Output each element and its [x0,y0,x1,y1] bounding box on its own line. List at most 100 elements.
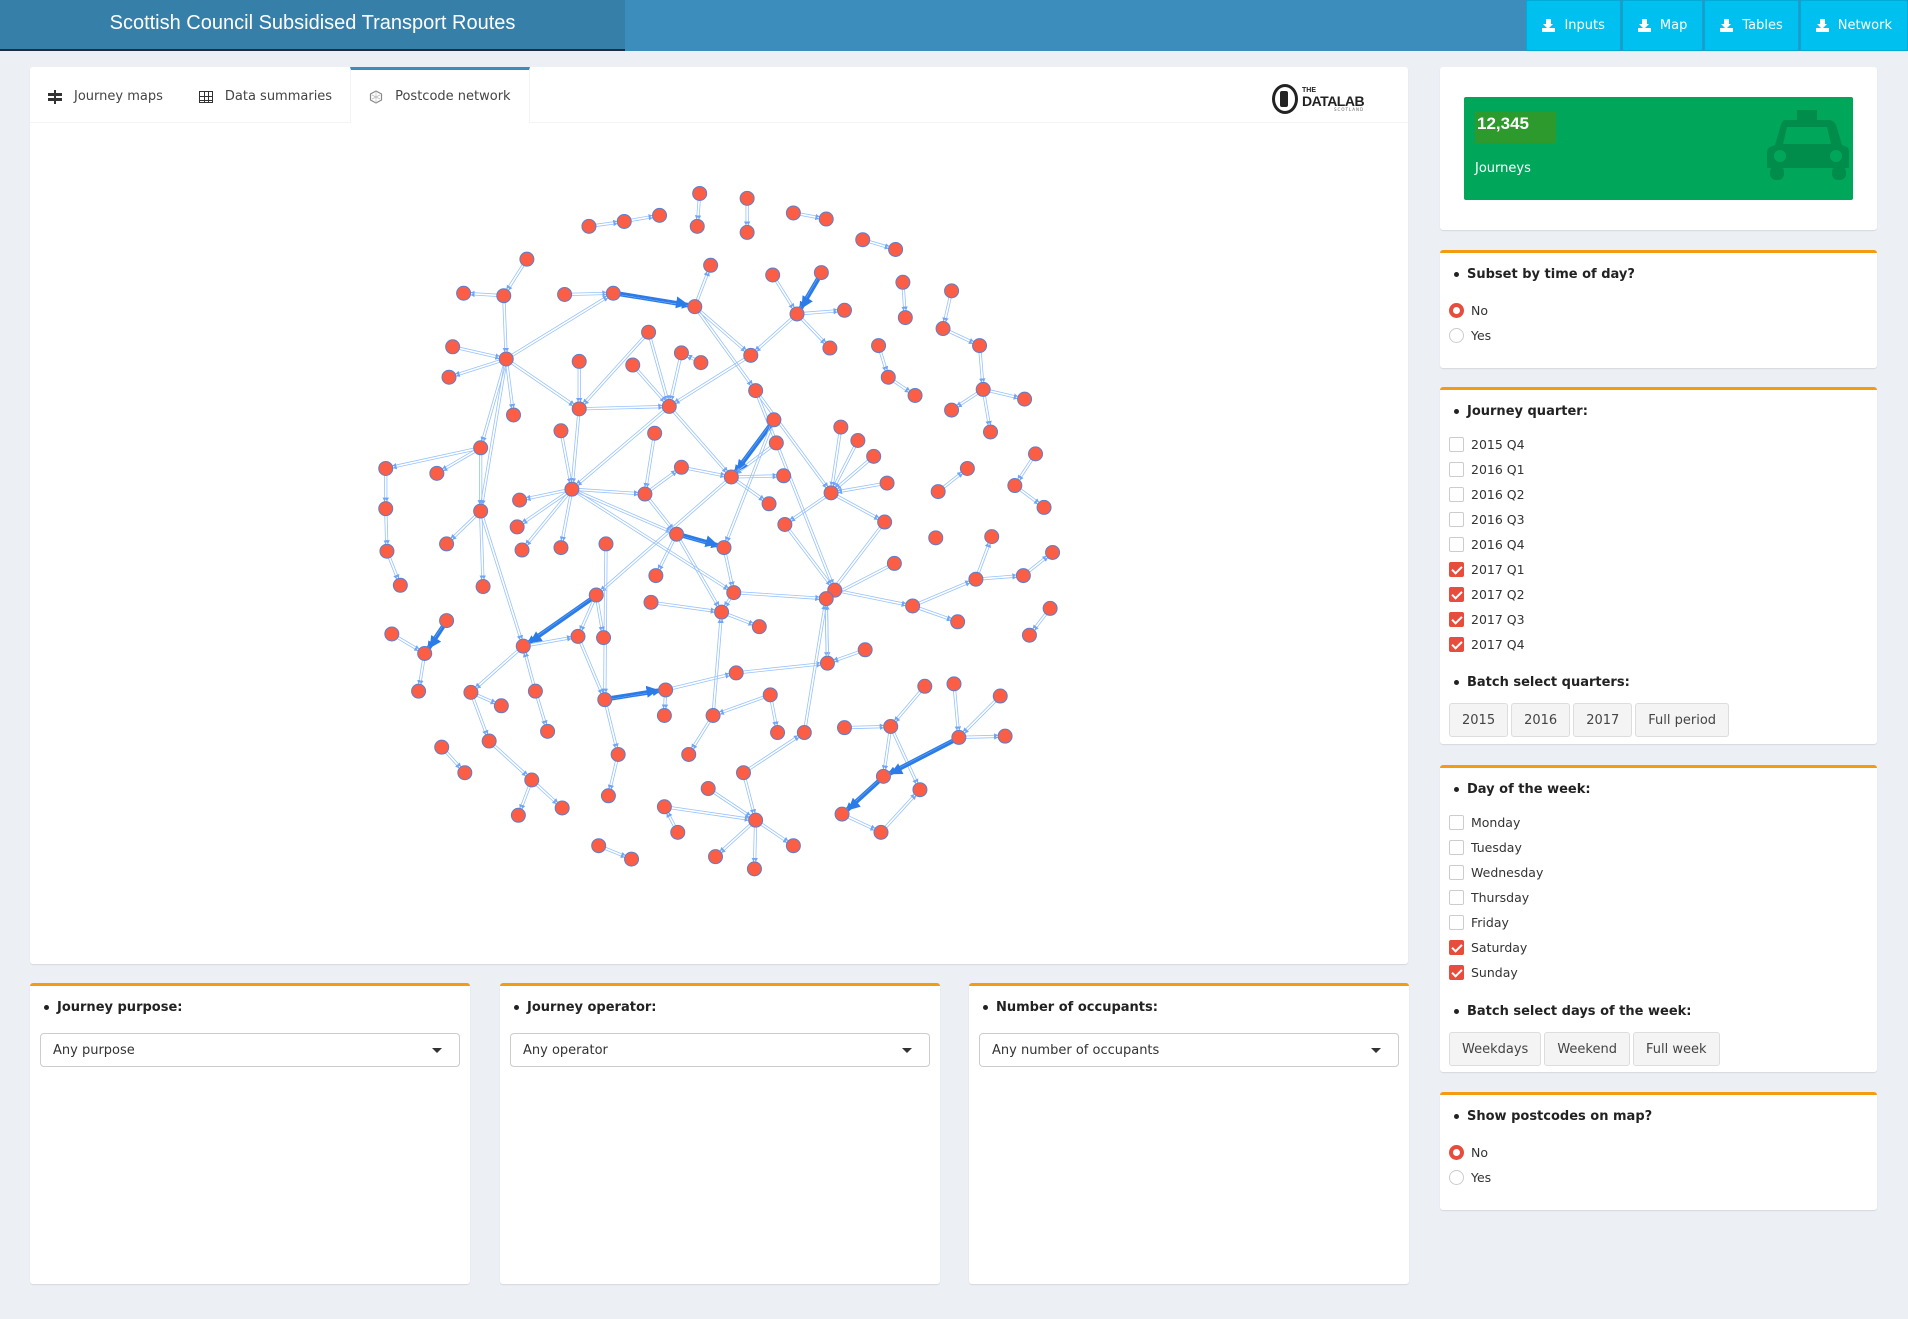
network-edge[interactable] [770,701,777,726]
network-node[interactable] [796,725,812,741]
network-edge[interactable] [481,517,521,640]
network-node[interactable] [384,626,400,642]
checkbox[interactable] [1449,940,1464,955]
network-edge[interactable] [868,242,889,250]
network-node[interactable] [378,460,394,476]
network-edge[interactable] [651,338,670,400]
batch-2016-button[interactable]: 2016 [1511,703,1571,737]
network-node[interactable] [1007,478,1023,494]
network-edge[interactable] [1032,612,1046,630]
network-node[interactable] [748,812,764,828]
network-node[interactable] [624,851,640,867]
network-node[interactable] [905,598,921,614]
network-edge[interactable] [527,495,569,546]
network-edge[interactable] [756,319,793,352]
network-node[interactable] [992,688,1008,704]
network-node[interactable] [912,782,928,798]
network-edge[interactable] [894,379,911,391]
time-of-day-yes[interactable]: Yes [1449,328,1491,343]
network-edge[interactable] [749,737,800,771]
network-node[interactable] [946,676,962,692]
network-edge[interactable] [894,732,919,784]
network-edge[interactable] [942,471,962,487]
network-edge[interactable] [581,642,604,693]
network-edge[interactable] [511,295,607,355]
network-edge[interactable] [697,200,702,220]
network-node[interactable] [571,353,587,369]
batch-full-period-button[interactable]: Full period [1635,703,1730,737]
network-edge[interactable] [385,515,390,545]
network-node[interactable] [930,484,946,500]
network-edge[interactable] [678,540,718,607]
network-edge[interactable] [383,515,388,545]
network-edge[interactable] [525,652,536,685]
network-node[interactable] [705,708,721,723]
network-edge[interactable] [965,735,999,740]
network-edge[interactable] [719,823,750,852]
network-edge[interactable] [841,592,906,607]
network-edge[interactable] [848,815,876,829]
network-node[interactable] [598,536,614,552]
network-edge[interactable] [398,636,420,650]
network-node[interactable] [652,207,668,223]
network-edge[interactable] [721,825,752,854]
network-edge[interactable] [837,494,880,518]
network-node[interactable] [833,419,849,435]
network-node[interactable] [818,211,834,227]
network-node[interactable] [751,619,767,635]
journey-purpose-select[interactable]: Any purpose [40,1033,460,1067]
network-node[interactable] [877,514,893,530]
network-node[interactable] [726,585,742,601]
network-edge[interactable] [1019,460,1034,481]
network-edge[interactable] [949,330,974,342]
network-node[interactable] [813,265,829,281]
network-edge[interactable] [948,332,973,345]
network-node[interactable] [866,448,882,464]
network-node[interactable] [429,465,445,481]
quarter-option[interactable]: 2015 Q4 [1449,437,1525,452]
network-edge[interactable] [683,533,719,548]
network-node[interactable] [714,604,730,620]
quarter-option[interactable]: 2016 Q2 [1449,487,1525,502]
network-node[interactable] [819,655,835,671]
network-node[interactable] [581,218,597,234]
network-edge[interactable] [576,409,664,485]
checkbox[interactable] [1449,815,1464,830]
network-node[interactable] [512,492,528,508]
network-edge[interactable] [791,497,827,522]
network-node[interactable] [509,519,525,535]
network-edge[interactable] [892,733,917,785]
network-edge[interactable] [738,472,777,477]
network-node[interactable] [975,381,991,397]
network-edge[interactable] [586,403,663,408]
network-node[interactable] [743,347,759,363]
network-edge[interactable] [502,302,507,353]
network-edge[interactable] [1034,614,1048,631]
network-node[interactable] [997,728,1013,744]
network-edge[interactable] [595,602,603,631]
network-node[interactable] [439,613,455,629]
network-edge[interactable] [455,359,500,375]
radio-button[interactable] [1449,303,1464,318]
batch-2017-button[interactable]: 2017 [1573,703,1633,737]
network-edge[interactable] [798,277,818,308]
network-node[interactable] [850,432,866,448]
network-node[interactable] [907,387,923,403]
network-edge[interactable] [723,597,730,606]
network-edge[interactable] [979,543,991,574]
network-edge[interactable] [535,785,557,805]
network-node[interactable] [765,267,781,283]
show-postcodes-yes[interactable]: Yes [1449,1170,1491,1185]
network-edge[interactable] [479,365,505,505]
quarter-option[interactable]: 2016 Q3 [1449,512,1525,527]
network-node[interactable] [735,765,751,781]
batch-weekend-button[interactable]: Weekend [1544,1032,1630,1066]
network-edge[interactable] [459,349,500,360]
network-edge[interactable] [601,550,606,693]
download-tables-button[interactable]: Tables [1704,0,1799,51]
network-node[interactable] [597,692,613,708]
network-edge[interactable] [895,692,922,723]
network-edge[interactable] [476,651,520,689]
network-edge[interactable] [833,650,859,661]
network-edge[interactable] [881,733,889,770]
